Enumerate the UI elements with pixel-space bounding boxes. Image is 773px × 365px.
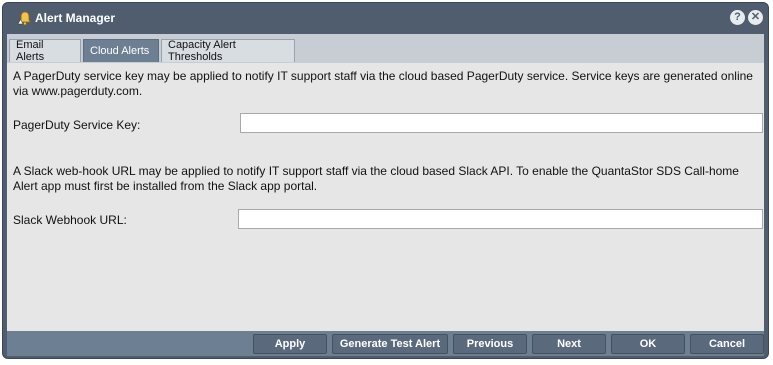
- previous-button[interactable]: Previous: [453, 334, 527, 354]
- generate-test-alert-button[interactable]: Generate Test Alert: [332, 334, 448, 354]
- tab-bar: Email Alerts Cloud Alerts Capacity Alert…: [7, 34, 764, 63]
- cancel-button[interactable]: Cancel: [690, 334, 764, 354]
- window-title: Alert Manager: [35, 11, 116, 25]
- slack-description: A Slack web-hook URL may be applied to n…: [13, 164, 739, 193]
- button-bar: Apply Generate Test Alert Previous Next …: [7, 331, 764, 356]
- cloud-alerts-panel: A PagerDuty service key may be applied t…: [7, 63, 764, 331]
- slack-webhook-label: Slack Webhook URL:: [13, 213, 127, 227]
- slack-webhook-input[interactable]: [238, 209, 763, 229]
- alert-manager-dialog: Alert Manager ? ✕ Email Alerts Cloud Ale…: [2, 2, 769, 359]
- tab-capacity-alert-thresholds[interactable]: Capacity Alert Thresholds: [161, 39, 295, 63]
- tab-email-alerts[interactable]: Email Alerts: [9, 39, 81, 63]
- pagerduty-key-label: PagerDuty Service Key:: [13, 118, 141, 132]
- ok-button[interactable]: OK: [611, 334, 685, 354]
- pagerduty-description: A PagerDuty service key may be applied t…: [13, 69, 753, 98]
- next-button[interactable]: Next: [532, 334, 606, 354]
- help-icon[interactable]: ?: [730, 10, 745, 25]
- bell-alert-icon: [17, 10, 33, 26]
- apply-button[interactable]: Apply: [253, 334, 327, 354]
- title-bar[interactable]: Alert Manager ? ✕: [3, 3, 768, 33]
- close-icon[interactable]: ✕: [748, 10, 763, 25]
- pagerduty-key-input[interactable]: [240, 113, 763, 133]
- tab-cloud-alerts[interactable]: Cloud Alerts: [83, 39, 159, 62]
